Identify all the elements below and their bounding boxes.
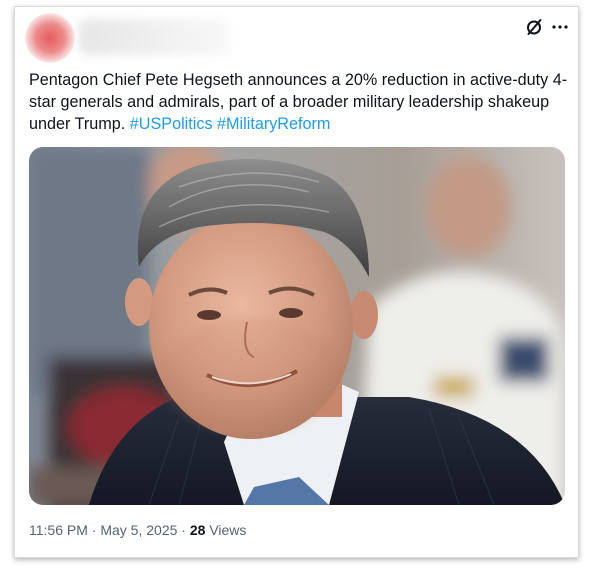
author-name-blurred (79, 19, 229, 55)
post-image[interactable] (29, 147, 565, 505)
post-text: Pentagon Chief Pete Hegseth announces a … (29, 69, 569, 135)
photo-man-in-suit-smiling (29, 147, 565, 505)
post-meta: 11:56 PM · May 5, 2025 · 28 Views (29, 521, 246, 539)
views-count: 28 (189, 522, 206, 538)
grok-icon[interactable] (524, 17, 544, 37)
post-card: Pentagon Chief Pete Hegseth announces a … (14, 6, 579, 558)
meta-separator: · (181, 522, 186, 538)
hashtag-militaryreform[interactable]: #MilitaryReform (217, 115, 330, 133)
post-time[interactable]: 11:56 PM (29, 522, 88, 538)
more-icon[interactable] (549, 16, 571, 36)
post-date[interactable]: May 5, 2025 (100, 522, 177, 538)
post-header (15, 7, 578, 63)
hashtag-uspolitics[interactable]: #USPolitics (130, 115, 213, 133)
meta-separator: · (91, 522, 97, 538)
views-label: Views (209, 522, 247, 538)
avatar[interactable] (25, 13, 75, 63)
